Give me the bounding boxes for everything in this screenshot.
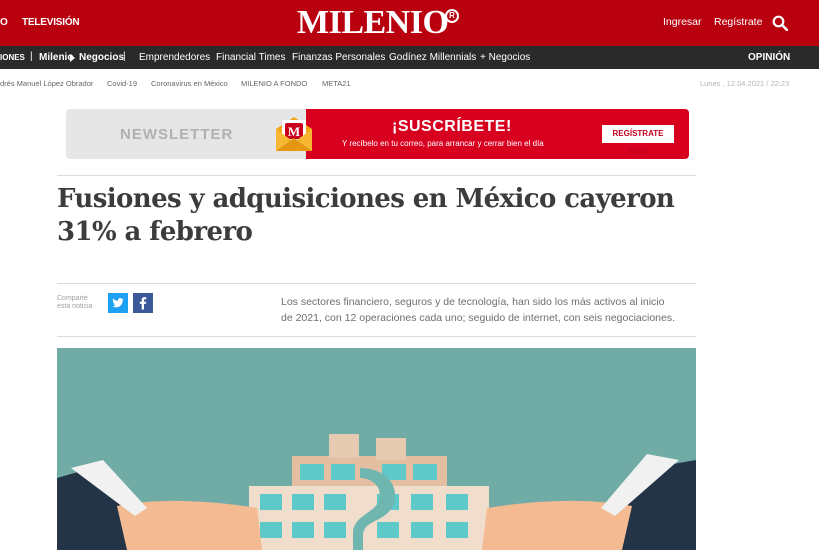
headline-line-1: Fusiones y adquisiciones en México cayer… <box>57 184 675 214</box>
share-label-line-2: esta noticia <box>57 303 93 310</box>
window <box>260 494 282 510</box>
nav-item-mas-negocios[interactable]: + Negocios <box>480 52 530 63</box>
topic-link[interactable]: drés Manuel López Obrador <box>0 79 93 88</box>
facebook-share-button[interactable] <box>133 293 153 313</box>
divider <box>57 175 696 176</box>
article-hero-illustration <box>57 348 696 550</box>
topic-link[interactable]: Covid-19 <box>107 79 137 88</box>
window <box>260 522 282 538</box>
topic-link[interactable]: META21 <box>322 79 351 88</box>
login-link[interactable]: Ingresar <box>663 16 702 28</box>
share-label: Comparte esta noticia <box>57 295 102 311</box>
chevron-right-icon <box>70 54 75 62</box>
newsletter-banner[interactable]: NEWSLETTER M ¡SUSCRÍBETE! Y recíbelo en … <box>66 109 689 159</box>
twitter-share-button[interactable] <box>108 293 128 313</box>
section-navbar: IONES | Milenio Negocios | Emprendedores… <box>0 46 819 69</box>
nav-item-emprendedores[interactable]: Emprendedores <box>139 52 210 63</box>
topic-link[interactable]: Coronavirus en México <box>151 79 228 88</box>
registered-mark: R <box>445 9 459 23</box>
summary-line-2: de 2021, con 12 operaciones cada uno; se… <box>281 312 676 324</box>
window <box>411 494 433 510</box>
subscribe-heading: ¡SUSCRÍBETE! <box>392 118 512 135</box>
divider <box>57 336 696 337</box>
building-chimney <box>329 434 359 458</box>
building-chimney <box>376 438 406 460</box>
nav-item-godinez-millennials[interactable]: Godínez Millennials <box>389 52 476 63</box>
window <box>446 522 468 538</box>
register-link[interactable]: Regístrate <box>714 16 762 28</box>
nav-item-negocios[interactable]: Negocios <box>79 52 124 63</box>
nav-item-finanzas-personales[interactable]: Finanzas Personales <box>292 52 385 63</box>
nav-link-television[interactable]: TELEVISIÓN <box>22 17 80 28</box>
register-here-button[interactable]: REGÍSTRATE AQUÍ <box>602 125 674 156</box>
divider <box>57 283 696 284</box>
nav-item-partial[interactable]: IONES <box>0 53 25 62</box>
window <box>377 522 399 538</box>
envelope-letter: M <box>288 124 300 139</box>
headline-line-2: 31% a febrero <box>57 217 253 247</box>
current-date: Lunes , 12.04.2021 / 22:23 <box>700 79 790 88</box>
window <box>324 522 346 538</box>
facebook-icon <box>139 297 147 310</box>
window <box>411 522 433 538</box>
window <box>292 522 314 538</box>
nav-link-partial[interactable]: O <box>0 17 8 28</box>
nav-item-financial-times[interactable]: Financial Times <box>216 52 285 63</box>
summary-line-1: Los sectores financiero, seguros y de te… <box>281 296 665 308</box>
article-summary: Los sectores financiero, seguros y de te… <box>281 294 701 326</box>
window <box>413 464 437 480</box>
nav-item-opinion[interactable]: OPINIÓN <box>748 52 790 63</box>
subscribe-subtitle: Y recíbelo en tu correo, para arrancar y… <box>342 139 544 148</box>
envelope-icon: M <box>276 117 312 151</box>
window <box>446 494 468 510</box>
window <box>300 464 324 480</box>
milenio-logo[interactable]: MILENIO <box>297 5 462 41</box>
search-icon[interactable] <box>772 15 788 31</box>
window <box>324 494 346 510</box>
nav-separator: | <box>123 51 126 62</box>
topic-link[interactable]: MILENIO A FONDO <box>241 79 307 88</box>
article-headline: Fusiones y adquisiciones en México cayer… <box>57 183 697 249</box>
window <box>331 464 355 480</box>
nav-separator: | <box>30 51 33 62</box>
banner-newsletter-label: NEWSLETTER <box>120 126 234 143</box>
window <box>292 494 314 510</box>
trending-topics: drés Manuel López Obrador Covid-19 Coron… <box>0 69 819 97</box>
twitter-icon <box>112 298 124 308</box>
share-label-line-1: Comparte <box>57 295 88 302</box>
top-header: O TELEVISIÓN MILENIO R Ingresar Regístra… <box>0 0 819 46</box>
